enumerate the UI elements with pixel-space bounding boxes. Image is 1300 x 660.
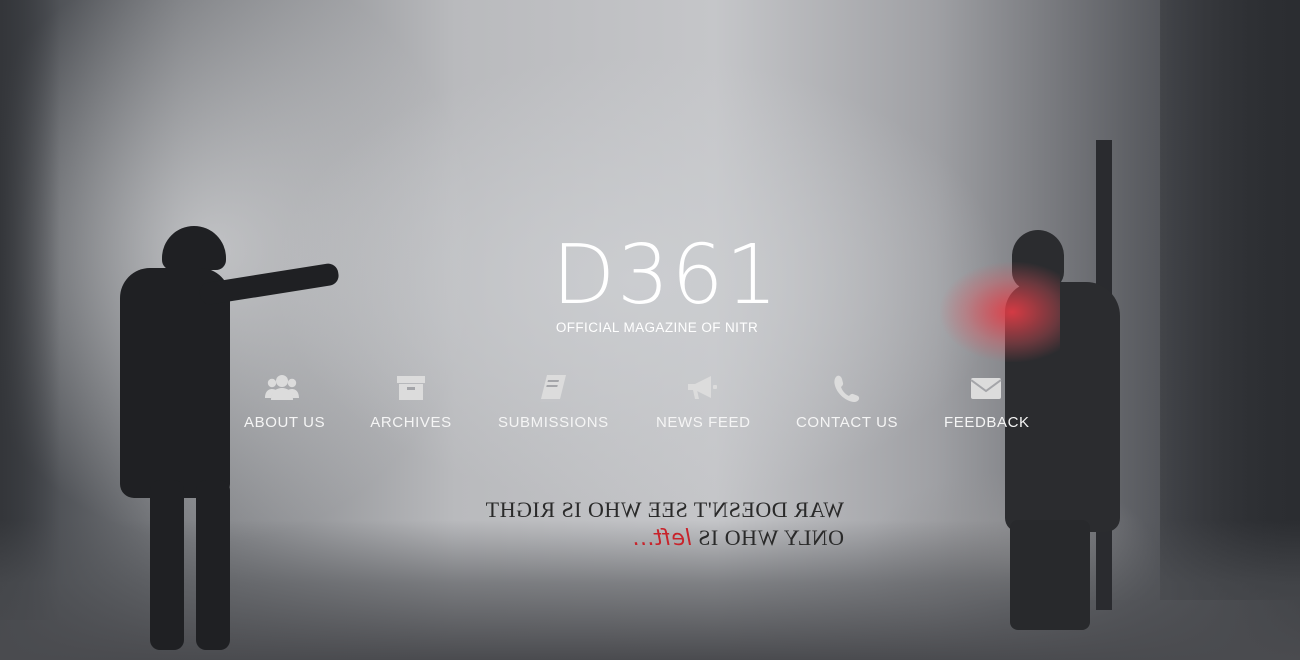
soldier-silhouette-leg bbox=[150, 480, 184, 650]
quote-accent-word: left... bbox=[631, 526, 692, 551]
book-icon bbox=[540, 375, 566, 402]
envelope-icon bbox=[970, 378, 1002, 399]
soldier-silhouette-leg bbox=[196, 480, 230, 650]
nav-submissions[interactable]: SUBMISSIONS bbox=[498, 372, 608, 431]
nav-label: ABOUT US bbox=[244, 414, 326, 431]
site-logo[interactable]: D361 OFFICIAL MAGAZINE OF NITR bbox=[552, 228, 780, 336]
ruined-building-right bbox=[1160, 0, 1300, 600]
nav-label: CONTACT US bbox=[796, 414, 899, 431]
nav-news-feed[interactable]: NEWS FEED bbox=[656, 372, 751, 431]
mirrored-quote: WAR DOESN'T SEE WHO IS RIGHT ONLY WHO IS… bbox=[452, 496, 844, 553]
quote-line-2: ONLY WHO IS left... bbox=[452, 524, 844, 553]
nav-label: FEEDBACK bbox=[944, 414, 1030, 431]
nav-about-us[interactable]: ABOUT US bbox=[244, 372, 326, 431]
logo-subtitle: OFFICIAL MAGAZINE OF NITR bbox=[555, 320, 759, 335]
nav-archives[interactable]: ARCHIVES bbox=[370, 372, 452, 431]
quote-line-2-prefix: ONLY WHO IS bbox=[691, 525, 844, 550]
victim-silhouette-legs bbox=[1010, 520, 1090, 630]
main-nav: ABOUT US ARCHIVES SUBMISSIONS NEWS FEED … bbox=[230, 372, 1050, 436]
archive-box-icon bbox=[397, 376, 425, 400]
megaphone-icon bbox=[688, 376, 717, 399]
nav-contact-us[interactable]: CONTACT US bbox=[796, 372, 899, 431]
logo-mark: D361 bbox=[552, 228, 780, 323]
blood-splatter bbox=[940, 262, 1060, 362]
phone-icon bbox=[834, 375, 860, 402]
nav-feedback[interactable]: FEEDBACK bbox=[944, 372, 1030, 431]
users-icon bbox=[265, 375, 299, 400]
quote-line-1: WAR DOESN'T SEE WHO IS RIGHT bbox=[485, 497, 844, 522]
nav-label: ARCHIVES bbox=[370, 414, 452, 431]
nav-label: SUBMISSIONS bbox=[498, 414, 609, 431]
nav-label: NEWS FEED bbox=[656, 414, 751, 431]
